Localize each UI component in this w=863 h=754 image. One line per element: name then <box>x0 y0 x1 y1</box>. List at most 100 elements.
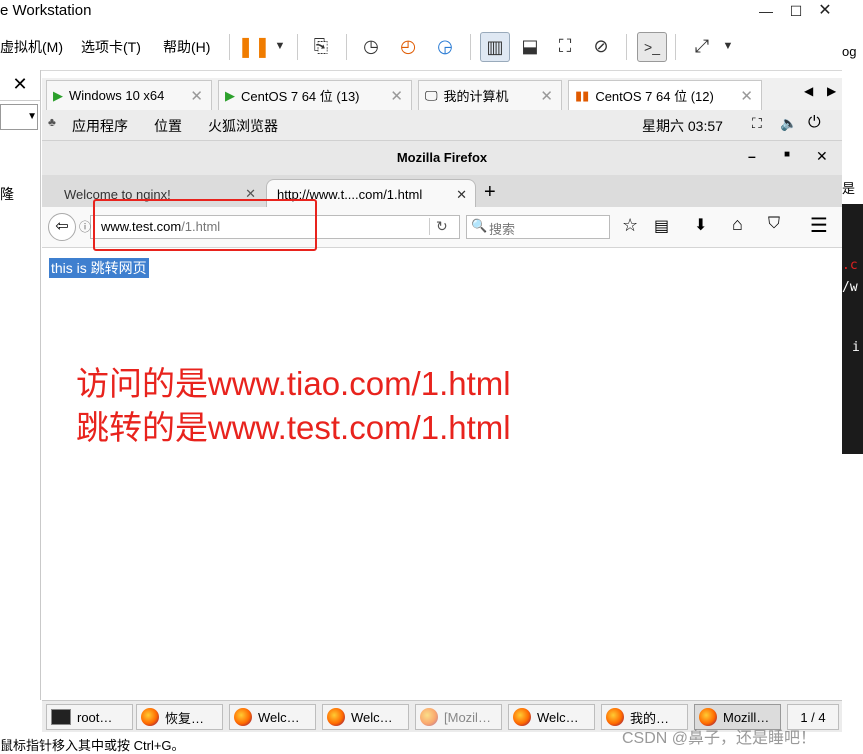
network-icon[interactable]: ⛶ <box>752 115 762 132</box>
vm-tab-my-computer[interactable]: 🖵 我的计算机 ✕ <box>418 80 562 110</box>
vm-tab-centos13[interactable]: ▶ CentOS 7 64 位 (13) ✕ <box>218 80 412 110</box>
pause-icon[interactable]: ❚❚ <box>237 32 271 60</box>
vm-tab-label: 我的计算机 <box>443 89 509 104</box>
close-icon[interactable]: ✕ <box>190 87 203 105</box>
firefox-icon <box>513 708 531 726</box>
bookmark-star-icon[interactable]: ☆ <box>622 215 638 236</box>
close-button[interactable]: ✕ <box>812 0 838 22</box>
send-keys-icon[interactable]: ⎘ <box>307 32 335 60</box>
page-body-text: this is 跳转网页 <box>49 258 149 278</box>
fullscreen-icon[interactable]: ⛶ <box>551 32 579 60</box>
library-item-label[interactable]: 隆 <box>0 184 14 204</box>
annotation-text: 访问的是www.tiao.com/1.html 跳转的是www.test.com… <box>76 362 511 450</box>
status-bar: 鼠标指针移入其中或按 Ctrl+G。 CSDN @鼻子，还是睡吧！ <box>0 730 863 753</box>
taskbar-item-label: 恢复… <box>165 710 205 726</box>
app-title: e Workstation <box>0 2 92 19</box>
hamburger-menu-icon[interactable]: ☰ <box>810 213 828 238</box>
firefox-minimize-button[interactable]: – <box>748 148 756 164</box>
toolbar-divider <box>675 34 676 60</box>
firefox-icon <box>234 708 252 726</box>
download-icon[interactable]: ⬇ <box>694 215 707 235</box>
menu-toolbar: 虚拟机(M) 选项卡(T) 帮助(H) ❚❚ ▼ ⎘ ◷ ◴ ◶ ▥ ⬓ ⛶ ⊘… <box>0 24 863 71</box>
library-search-dropdown[interactable]: ▼ <box>0 104 38 130</box>
gnome-places-menu[interactable]: 位置 <box>154 116 182 136</box>
volume-icon[interactable]: 🔈 <box>780 115 797 132</box>
gnome-browser-launcher[interactable]: 火狐浏览器 <box>208 116 278 136</box>
gnome-top-bar: ♣ 应用程序 位置 火狐浏览器 星期六 03:57 ⛶ 🔈 ⏻ <box>42 110 842 141</box>
fragment-text: .c <box>842 258 858 273</box>
vm-running-icon: ▶ <box>53 87 63 103</box>
stretch-icon[interactable]: ⤢ <box>688 32 716 60</box>
firefox-icon <box>141 708 159 726</box>
menu-vm[interactable]: 虚拟机(M) <box>0 37 63 57</box>
taskbar-item[interactable]: [Mozil… <box>415 704 502 730</box>
firefox-icon <box>420 708 438 726</box>
close-icon[interactable]: ✕ <box>390 87 403 105</box>
thumbnail-bar-icon[interactable]: ⬓ <box>516 32 544 60</box>
close-icon[interactable]: ✕ <box>540 87 553 105</box>
computer-icon: 🖵 <box>425 87 438 103</box>
scroll-tabs-left-icon[interactable]: ◀ <box>804 84 813 98</box>
reading-list-icon[interactable]: ▤ <box>654 216 669 236</box>
minimize-button[interactable]: — <box>753 0 779 22</box>
reload-icon[interactable]: ↻ <box>429 218 448 235</box>
taskbar-item[interactable]: Welc… <box>229 704 316 730</box>
menu-tabs[interactable]: 选项卡(T) <box>81 37 141 57</box>
taskbar-item-label: Welc… <box>258 709 300 725</box>
annotation-line-2: 跳转的是www.test.com/1.html <box>76 409 511 446</box>
firefox-icon <box>327 708 345 726</box>
web-page-content: this is 跳转网页 <box>42 248 842 700</box>
search-bar[interactable]: 🔍 搜索 <box>466 215 610 239</box>
annotation-highlight-box <box>93 199 317 251</box>
new-tab-button[interactable]: + <box>484 181 496 204</box>
toolbar-divider <box>346 34 347 60</box>
snapshot-icon[interactable]: ◷ <box>357 32 385 60</box>
home-icon[interactable]: ⌂ <box>732 214 743 235</box>
vm-tab-centos12[interactable]: ▮▮ CentOS 7 64 位 (12) ✕ <box>568 80 762 110</box>
close-icon[interactable]: ✕ <box>740 87 753 105</box>
background-window-fragment: og 是 .c /w i <box>842 24 863 732</box>
terminal-fragment: .c /w i <box>842 204 863 454</box>
workspace-pager-label: 1 / 4 <box>800 709 826 725</box>
fragment-text: og <box>842 44 857 59</box>
taskbar-item-terminal[interactable]: root… <box>46 704 133 730</box>
firefox-window-title: Mozilla Firefox <box>396 150 488 165</box>
power-icon[interactable]: ⏻ <box>808 114 821 132</box>
gnome-foot-icon: ♣ <box>48 115 56 129</box>
fragment-text: /w <box>842 280 858 295</box>
firefox-close-button[interactable]: ✕ <box>816 148 828 165</box>
gnome-applications-menu[interactable]: 应用程序 <box>72 116 128 136</box>
close-library-icon[interactable]: ✕ <box>0 74 40 101</box>
taskbar-item[interactable]: 恢复… <box>136 704 223 730</box>
site-info-icon[interactable]: ⓘ <box>79 218 91 235</box>
taskbar-item[interactable]: Welc… <box>508 704 595 730</box>
taskbar-item-label: Welc… <box>537 709 579 725</box>
search-icon: 🔍 <box>471 218 488 233</box>
chevron-down-icon[interactable]: ▼ <box>714 32 742 60</box>
snapshot-manager-icon[interactable]: ◶ <box>431 32 459 60</box>
vm-tab-windows10[interactable]: ▶ Windows 10 x64 ✕ <box>46 80 212 110</box>
taskbar-item-label: Mozill… <box>723 709 770 725</box>
toolbar-divider <box>626 34 627 60</box>
revert-snapshot-icon[interactable]: ◴ <box>394 32 422 60</box>
library-view-icon[interactable]: ▥ <box>480 32 510 62</box>
console-icon[interactable]: >_ <box>637 32 667 62</box>
taskbar-item[interactable]: Welc… <box>322 704 409 730</box>
maximize-button[interactable]: ☐ <box>783 0 809 22</box>
menu-help[interactable]: 帮助(H) <box>163 37 210 57</box>
fragment-text: 是 <box>842 181 856 196</box>
watermark-text: CSDN @鼻子，还是睡吧！ <box>622 730 817 747</box>
close-icon[interactable]: ✕ <box>456 187 467 203</box>
gnome-clock[interactable]: 星期六 03:57 <box>642 116 723 136</box>
annotation-line-1: 访问的是www.tiao.com/1.html <box>76 365 511 402</box>
chevron-down-icon[interactable]: ▼ <box>266 32 294 60</box>
unity-icon[interactable]: ⊘ <box>587 32 615 60</box>
firefox-titlebar: Mozilla Firefox – ■ ✕ <box>42 141 842 175</box>
vm-paused-icon: ▮▮ <box>575 87 590 103</box>
pocket-icon[interactable]: ⛉ <box>768 215 780 233</box>
firefox-maximize-button[interactable]: ■ <box>784 149 790 160</box>
taskbar-item-label: [Mozil… <box>444 709 491 725</box>
back-button[interactable]: ⇦ <box>48 213 76 241</box>
scroll-tabs-right-icon[interactable]: ▶ <box>827 84 836 98</box>
window-titlebar: e Workstation — ☐ ✕ <box>0 0 863 24</box>
